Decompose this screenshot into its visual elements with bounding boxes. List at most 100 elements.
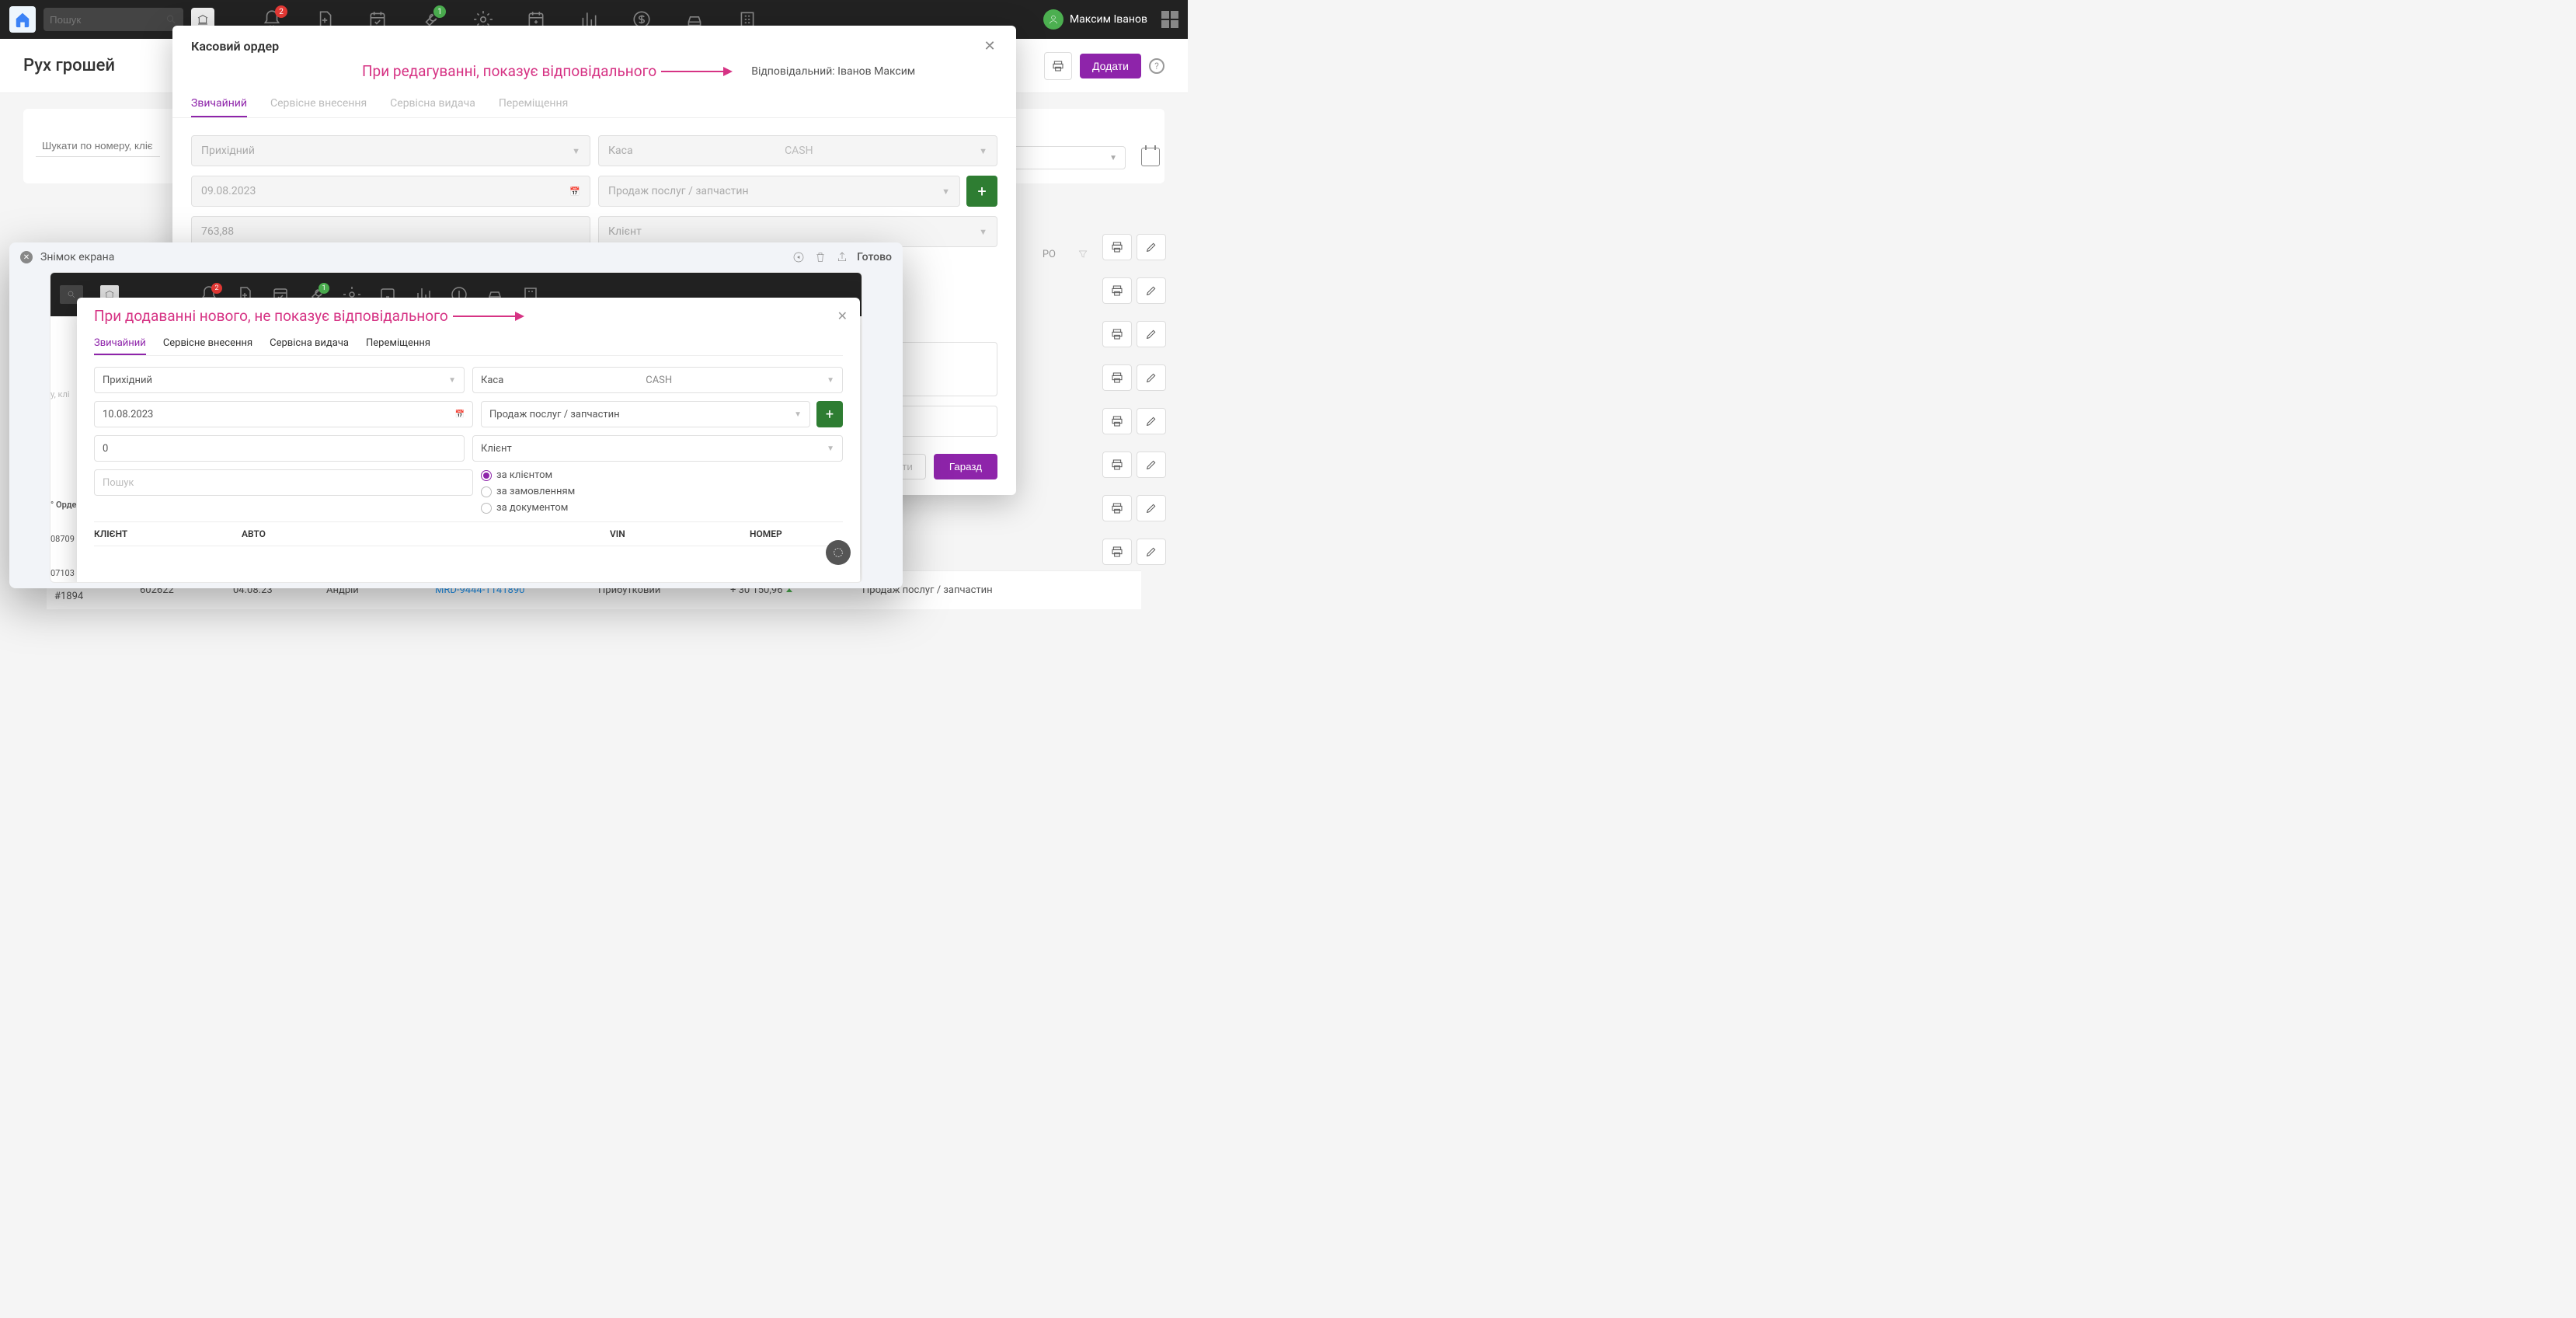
row-print-button[interactable] bbox=[1102, 277, 1132, 304]
pencil-icon bbox=[1145, 459, 1157, 471]
inner-tab-transfer[interactable]: Переміщення bbox=[366, 333, 430, 355]
row-edit-button[interactable] bbox=[1137, 452, 1166, 478]
printer-icon bbox=[1111, 241, 1123, 253]
radio-empty-icon bbox=[481, 486, 492, 497]
bg-cell-cashbox2: #1894 bbox=[54, 591, 93, 602]
pencil-icon bbox=[1145, 328, 1157, 340]
inner-analytics-select[interactable]: Продаж послуг / запчастин▼ bbox=[481, 401, 810, 427]
row-print-button[interactable] bbox=[1102, 495, 1132, 521]
row-edit-button[interactable] bbox=[1137, 234, 1166, 260]
pencil-icon[interactable] bbox=[792, 250, 806, 264]
printer-icon bbox=[1111, 284, 1123, 297]
screenshot-window: ✕ Знімок екрана Готово 2 1 у, клі ° Орде… bbox=[9, 242, 903, 588]
left-frag-4: 07103 bbox=[50, 568, 77, 578]
pencil-icon bbox=[1145, 502, 1157, 514]
row-print-button[interactable] bbox=[1102, 408, 1132, 434]
pencil-icon bbox=[1145, 241, 1157, 253]
row-print-button[interactable] bbox=[1102, 364, 1132, 391]
row-edit-button[interactable] bbox=[1137, 277, 1166, 304]
annotation-edit: При редагуванні, показує відповідального bbox=[362, 62, 656, 80]
inner-counterparty-select[interactable]: Клієнт▼ bbox=[472, 435, 843, 462]
th-number: НОМЕР bbox=[750, 528, 843, 539]
screenshot-close-button[interactable]: ✕ bbox=[20, 251, 33, 263]
arrow-right-icon bbox=[453, 316, 523, 317]
tab-service-out[interactable]: Сервісна видача bbox=[390, 91, 475, 117]
row-edit-button[interactable] bbox=[1137, 495, 1166, 521]
row-edit-button[interactable] bbox=[1137, 364, 1166, 391]
inner-cash-order-modal: ✕ При додаванні нового, не показує відпо… bbox=[77, 298, 860, 582]
inner-tab-service-in[interactable]: Сервісне внесення bbox=[163, 333, 252, 355]
ok-button[interactable]: Гаразд bbox=[934, 454, 997, 479]
row-edit-button[interactable] bbox=[1137, 539, 1166, 565]
help-icon[interactable]: ? bbox=[1149, 58, 1164, 74]
inner-search-input[interactable]: Пошук bbox=[94, 469, 473, 496]
bell-badge: 2 bbox=[275, 5, 287, 18]
tab-ordinary[interactable]: Звичайний bbox=[191, 91, 247, 117]
calendar-icon[interactable] bbox=[1141, 148, 1160, 166]
home-icon bbox=[14, 11, 31, 28]
tab-service-in[interactable]: Сервісне внесення bbox=[270, 91, 367, 117]
responsible-label: Відповідальний: Іванов Максим bbox=[751, 65, 915, 78]
printer-icon bbox=[1111, 502, 1123, 514]
inner-tab-ordinary[interactable]: Звичайний bbox=[94, 333, 146, 355]
user-area[interactable]: Максим Іванов bbox=[1043, 9, 1178, 30]
print-button[interactable] bbox=[1044, 52, 1072, 80]
chevron-down-icon: ▼ bbox=[572, 146, 580, 156]
trash-icon[interactable] bbox=[813, 250, 827, 264]
tab-transfer[interactable]: Переміщення bbox=[499, 91, 568, 117]
inner-date-input[interactable]: 10.08.2023📅 bbox=[94, 401, 473, 427]
bg-cell-analytics: Продаж послуг / запчастин bbox=[862, 584, 1133, 596]
global-search-input[interactable] bbox=[50, 14, 165, 26]
type-select[interactable]: Прихідний▼ bbox=[191, 135, 590, 166]
row-edit-button[interactable] bbox=[1137, 408, 1166, 434]
row-print-button[interactable] bbox=[1102, 452, 1132, 478]
home-button[interactable] bbox=[9, 6, 36, 33]
date-input[interactable]: 09.08.2023📅 bbox=[191, 176, 590, 207]
th-auto: АВТО bbox=[242, 528, 610, 539]
close-button[interactable]: ✕ bbox=[982, 38, 997, 54]
radio-empty-icon bbox=[481, 503, 492, 514]
inner-cashbox-select[interactable]: КасаCASH▼ bbox=[472, 367, 843, 393]
screenshot-done-button[interactable]: Готово bbox=[857, 251, 892, 263]
apps-icon[interactable] bbox=[1161, 11, 1178, 28]
right-action-column bbox=[1102, 233, 1166, 581]
analytics-select[interactable]: Продаж послуг / запчастин▼ bbox=[598, 176, 960, 207]
filter-icon[interactable] bbox=[1077, 249, 1088, 263]
add-analytics-button[interactable]: + bbox=[966, 176, 997, 207]
inner-add-analytics-button[interactable]: + bbox=[816, 401, 843, 427]
filter-search-input[interactable] bbox=[36, 135, 160, 157]
chevron-down-icon: ▼ bbox=[1109, 154, 1117, 162]
row-print-button[interactable] bbox=[1102, 539, 1132, 565]
triangle-up-icon bbox=[786, 588, 792, 592]
printer-icon bbox=[1111, 328, 1123, 340]
row-edit-button[interactable] bbox=[1137, 321, 1166, 347]
avatar-icon bbox=[1048, 14, 1059, 25]
pencil-icon bbox=[1145, 415, 1157, 427]
printer-icon bbox=[1111, 415, 1123, 427]
radio-by-order[interactable]: за замовленням bbox=[481, 486, 843, 497]
printer-icon bbox=[1052, 60, 1064, 72]
cashbox-select[interactable]: КасаCASH▼ bbox=[598, 135, 997, 166]
share-icon[interactable] bbox=[835, 250, 849, 264]
add-button[interactable]: Додати bbox=[1080, 54, 1141, 78]
modal-title: Касовий ордер bbox=[191, 39, 982, 54]
search-icon bbox=[165, 13, 177, 26]
chevron-down-icon: ▼ bbox=[942, 187, 950, 197]
row-print-button[interactable] bbox=[1102, 321, 1132, 347]
global-search-box[interactable] bbox=[44, 8, 183, 31]
row-print-button[interactable] bbox=[1102, 234, 1132, 260]
radio-by-client[interactable]: за клієнтом bbox=[481, 469, 843, 481]
calendar-icon: 📅 bbox=[455, 410, 465, 419]
th-vin: VIN bbox=[610, 528, 750, 539]
radio-by-document[interactable]: за документом bbox=[481, 502, 843, 514]
markup-fab[interactable] bbox=[826, 540, 851, 565]
inner-tab-service-out[interactable]: Сервісна видача bbox=[270, 333, 349, 355]
user-name: Максим Іванов bbox=[1070, 13, 1147, 26]
arrow-right-icon bbox=[661, 71, 731, 72]
inner-close-button[interactable]: ✕ bbox=[837, 309, 848, 323]
inner-amount-input[interactable]: 0 bbox=[94, 435, 465, 462]
th-client: КЛІЄНТ bbox=[94, 528, 242, 539]
printer-icon bbox=[1111, 371, 1123, 384]
screenshot-content: 2 1 у, клі ° Орде 08709 07103 ✕ При дода… bbox=[50, 272, 862, 583]
inner-type-select[interactable]: Прихідний▼ bbox=[94, 367, 465, 393]
